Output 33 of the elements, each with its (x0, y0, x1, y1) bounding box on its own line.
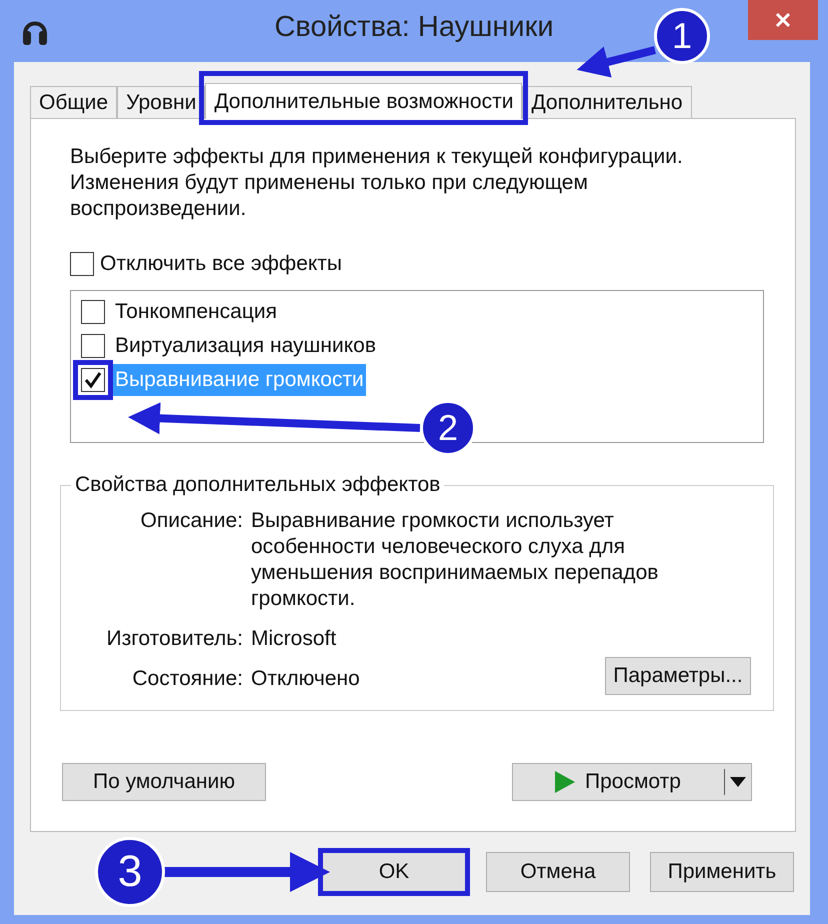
checkbox[interactable] (70, 252, 94, 276)
effect-list-item[interactable]: Тонкомпенсация (113, 296, 279, 328)
settings-button[interactable]: Параметры... (605, 657, 751, 695)
tab[interactable]: Дополнительно (522, 86, 692, 118)
dropdown-arrow-icon[interactable] (729, 776, 747, 788)
dialog-button[interactable]: Отмена (486, 852, 630, 892)
property-value: Microsoft (251, 626, 336, 652)
window-title: Свойства: Наушники (274, 10, 554, 46)
preview-label: Просмотр (585, 769, 681, 796)
callout-badge: 1 (654, 8, 710, 64)
tab[interactable]: Дополнительные возможности (205, 83, 522, 119)
checkmark-icon (84, 371, 102, 389)
tab[interactable]: Общие (30, 86, 118, 118)
group-title: Свойства дополнительных эффектов (71, 473, 444, 497)
close-icon (775, 12, 791, 28)
intro-text: Выберите эффекты для применения к текущей конфигурации. Изменения будут применены только при следующем воспроизведении. (70, 144, 684, 222)
checkbox[interactable] (81, 334, 105, 358)
close-button[interactable] (748, 0, 818, 40)
play-icon (553, 770, 577, 794)
dialog-button[interactable]: Применить (650, 852, 794, 892)
tab[interactable]: Уровни (117, 86, 206, 118)
defaults-button[interactable]: По умолчанию (62, 763, 266, 801)
property-label: Состояние: (131, 666, 243, 692)
property-value: Отключено (251, 666, 360, 692)
checkbox[interactable] (81, 300, 105, 324)
property-label: Описание: (140, 508, 243, 534)
preview-split-button[interactable]: Просмотр (512, 763, 752, 801)
property-label: Изготовитель: (106, 626, 243, 652)
effect-list-item[interactable]: Виртуализация наушников (113, 330, 378, 362)
dialog-button[interactable]: OK (322, 852, 466, 892)
checkbox[interactable] (81, 368, 105, 392)
property-value: Выравнивание громкости использует особенности человеческого слуха для уменьшения воспринимаемых перепадов громкости. (251, 508, 660, 612)
checkbox-label: Отключить все эффекты (100, 251, 342, 278)
